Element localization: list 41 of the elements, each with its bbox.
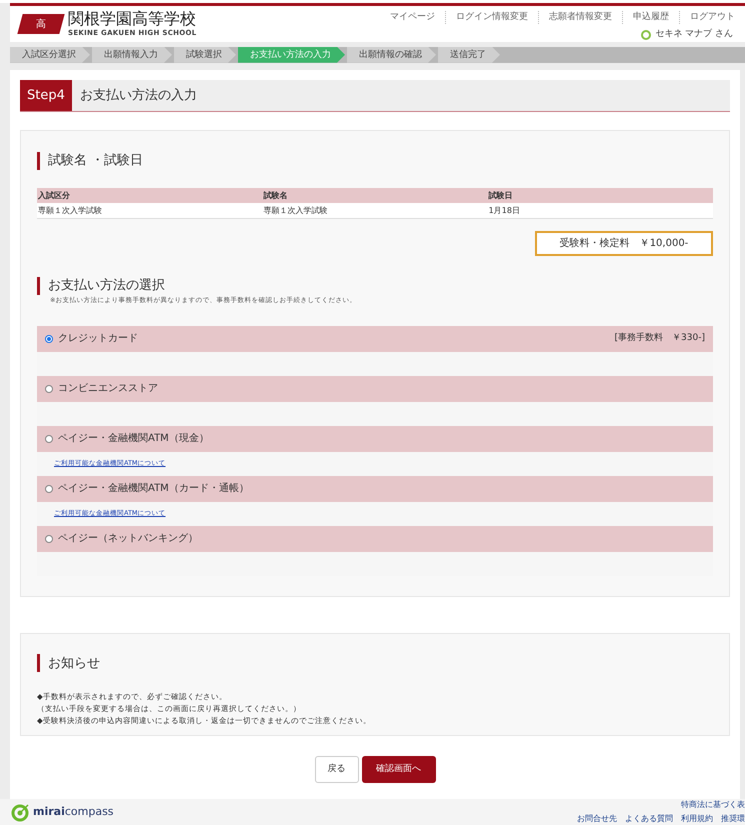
radio-button[interactable]	[45, 484, 53, 492]
radio-button[interactable]	[45, 434, 53, 442]
payment-option[interactable]: クレジットカード [事務手数料 ￥330-]	[37, 326, 713, 352]
footer-link[interactable]: 特商法に基づく表	[681, 799, 745, 811]
compass-logo-icon	[10, 802, 30, 822]
footer-link[interactable]: 利用規約	[681, 813, 713, 825]
radio-button[interactable]	[45, 334, 53, 342]
section-heading: お支払い方法の選択	[48, 277, 165, 296]
header-nav-link[interactable]: 申込履歴	[622, 10, 679, 24]
header-nav-link[interactable]: ログイン情報変更	[445, 10, 538, 24]
table-header-cell: 入試区分	[37, 188, 262, 204]
school-logo-mark: 高	[17, 14, 65, 34]
payment-option[interactable]: コンビニエンスストア	[37, 376, 713, 402]
section-heading: 試験名 ・試験日	[48, 152, 144, 170]
back-button[interactable]: 戻る	[314, 756, 358, 783]
header-nav-link[interactable]: 志願者情報変更	[538, 10, 622, 24]
school-name: 関根学園高等学校	[68, 10, 197, 28]
step-badge: Step4	[20, 80, 72, 111]
header-nav-link[interactable]: ログアウト	[679, 10, 745, 24]
footer-link[interactable]: 推奨環	[721, 813, 745, 825]
handling-fee: [事務手数料 ￥330-]	[614, 332, 705, 345]
table-header-cell: 試験名	[262, 188, 488, 204]
page-title: お支払い方法の入力	[78, 86, 197, 105]
footer-link[interactable]: お問合せ先	[577, 813, 617, 825]
user-icon	[641, 30, 652, 40]
table-header-cell: 試験日	[488, 188, 713, 204]
table-cell: 専願１次入学試験	[37, 203, 262, 220]
exam-fee: 受験料・検定料 ￥10,000-	[535, 231, 713, 256]
table-cell: 1月18日	[488, 203, 713, 220]
payment-option[interactable]: ペイジー・金融機関ATM（カード・通帳）	[37, 476, 713, 502]
payment-option[interactable]: ペイジー（ネットバンキング）	[37, 526, 713, 552]
radio-button[interactable]	[45, 534, 53, 542]
payment-option[interactable]: ペイジー・金融機関ATM（現金）	[37, 426, 713, 452]
confirm-button[interactable]: 確認画面へ	[362, 756, 436, 783]
brand-name: miraicompass	[33, 804, 114, 820]
footer-link[interactable]: よくある質問	[625, 813, 673, 825]
radio-button[interactable]	[45, 384, 53, 392]
table-cell: 専願１次入学試験	[262, 203, 488, 220]
header-nav-link[interactable]: マイページ	[380, 10, 445, 24]
user-name: セキネ マナブ さん	[655, 28, 733, 42]
section-heading: お知らせ	[48, 654, 100, 672]
